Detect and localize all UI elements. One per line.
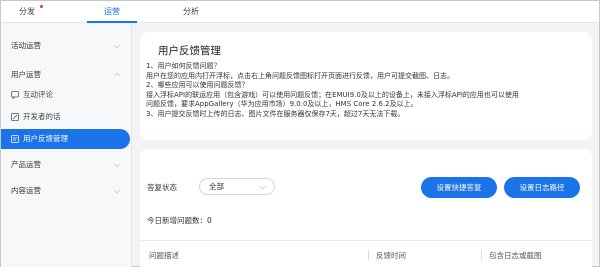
tab-analytics[interactable]: 分析 — [179, 1, 203, 23]
chevron-down-icon: ⌵ — [113, 160, 120, 169]
chevron-down-icon: ⌵ — [259, 182, 266, 191]
sidebar-group-content[interactable]: 内容运营 ⌵ — [1, 181, 132, 201]
chevron-down-icon: ⌵ — [113, 41, 120, 50]
column-header-description: 问题描述 — [149, 251, 179, 260]
edit-icon — [11, 113, 19, 121]
sidebar-item-label: 用户反馈管理 — [23, 134, 68, 143]
set-log-path-button[interactable]: 设置日志路径 — [504, 177, 580, 198]
top-nav: 分发 运营 分析 — [1, 1, 599, 23]
status-select-value: 全部 — [209, 182, 224, 191]
sidebar-group-product[interactable]: 产品运营 ⌵ — [1, 155, 132, 175]
faq-card: 用户反馈管理 1、用户如何反馈问题？ 用户在您的应用内打开浮标，点击右上角问题反… — [140, 32, 592, 140]
page-title: 用户反馈管理 — [158, 45, 221, 57]
tab-operations[interactable]: 运营 — [87, 1, 137, 23]
sidebar-item-label: 开发者的话 — [23, 112, 61, 121]
column-header-attachments: 包含日志或截图 — [481, 250, 542, 260]
sidebar-group-label: 活动运营 — [11, 41, 41, 50]
sidebar-item-developer-words[interactable]: 开发者的话 — [1, 107, 132, 127]
sidebar: 活动运营 ⌵ 用户运营 ⌵ 互动评论 开发者的话 用户反馈管理 产品运营 ⌵ 内… — [1, 24, 132, 267]
comment-icon — [11, 91, 19, 99]
column-header-feedback-time: 反馈时间 — [368, 250, 406, 260]
tab-label: 分发 — [19, 7, 35, 16]
sidebar-item-label: 互动评论 — [23, 90, 53, 99]
sidebar-group-user[interactable]: 用户运营 ⌵ — [1, 65, 132, 85]
feedback-list-card: 答复状态 全部 ⌵ 设置快捷答复 设置日志路径 今日新增问题数：0 问题描述 反… — [140, 149, 592, 267]
faq-line: 1、用户如何反馈问题？ — [146, 62, 221, 70]
faq-line: 接入浮标API的联运应用（包含游戏）可以使用问题反馈；在EMUI9.0及以上的设… — [146, 90, 519, 99]
tab-distribute[interactable]: 分发 — [15, 1, 43, 23]
sidebar-item-comments[interactable]: 互动评论 — [1, 85, 132, 105]
sidebar-group-label: 用户运营 — [11, 70, 41, 79]
new-issues-count: 今日新增问题数：0 — [147, 216, 212, 225]
faq-line: 3、用户提交反馈时上传的日志、图片文件在服务器仅保存7天，超过7天无法下载。 — [146, 109, 405, 118]
set-quick-reply-button[interactable]: 设置快捷答复 — [421, 177, 497, 198]
sidebar-group-label: 产品运营 — [11, 160, 41, 169]
faq-line: 问题反馈，要求AppGallery（华为应用市场）9.0.0及以上，HMS Co… — [146, 100, 418, 109]
chevron-up-icon: ⌵ — [113, 71, 120, 80]
table-header: 问题描述 反馈时间 包含日志或截图 — [140, 240, 592, 267]
status-select[interactable]: 全部 ⌵ — [199, 178, 275, 195]
chevron-down-icon: ⌵ — [113, 186, 120, 195]
sidebar-group-label: 内容运营 — [11, 186, 41, 195]
feedback-icon — [11, 135, 19, 143]
status-filter-label: 答复状态 — [147, 183, 177, 192]
sidebar-group-activity[interactable]: 活动运营 ⌵ — [1, 36, 132, 56]
notification-dot — [40, 5, 43, 8]
tab-label: 分析 — [183, 7, 199, 16]
sidebar-item-feedback[interactable]: 用户反馈管理 — [1, 129, 130, 149]
faq-text: 1、用户如何反馈问题？ 用户在您的应用内打开浮标，点击右上角问题反馈图标打开页面… — [146, 62, 586, 120]
faq-line: 用户在您的应用内打开浮标，点击右上角问题反馈图标打开页面进行反馈，用户可提交截图… — [146, 71, 454, 80]
tab-label: 运营 — [104, 7, 120, 16]
faq-line: 2、哪些应用可以使用问题反馈？ — [146, 81, 249, 90]
